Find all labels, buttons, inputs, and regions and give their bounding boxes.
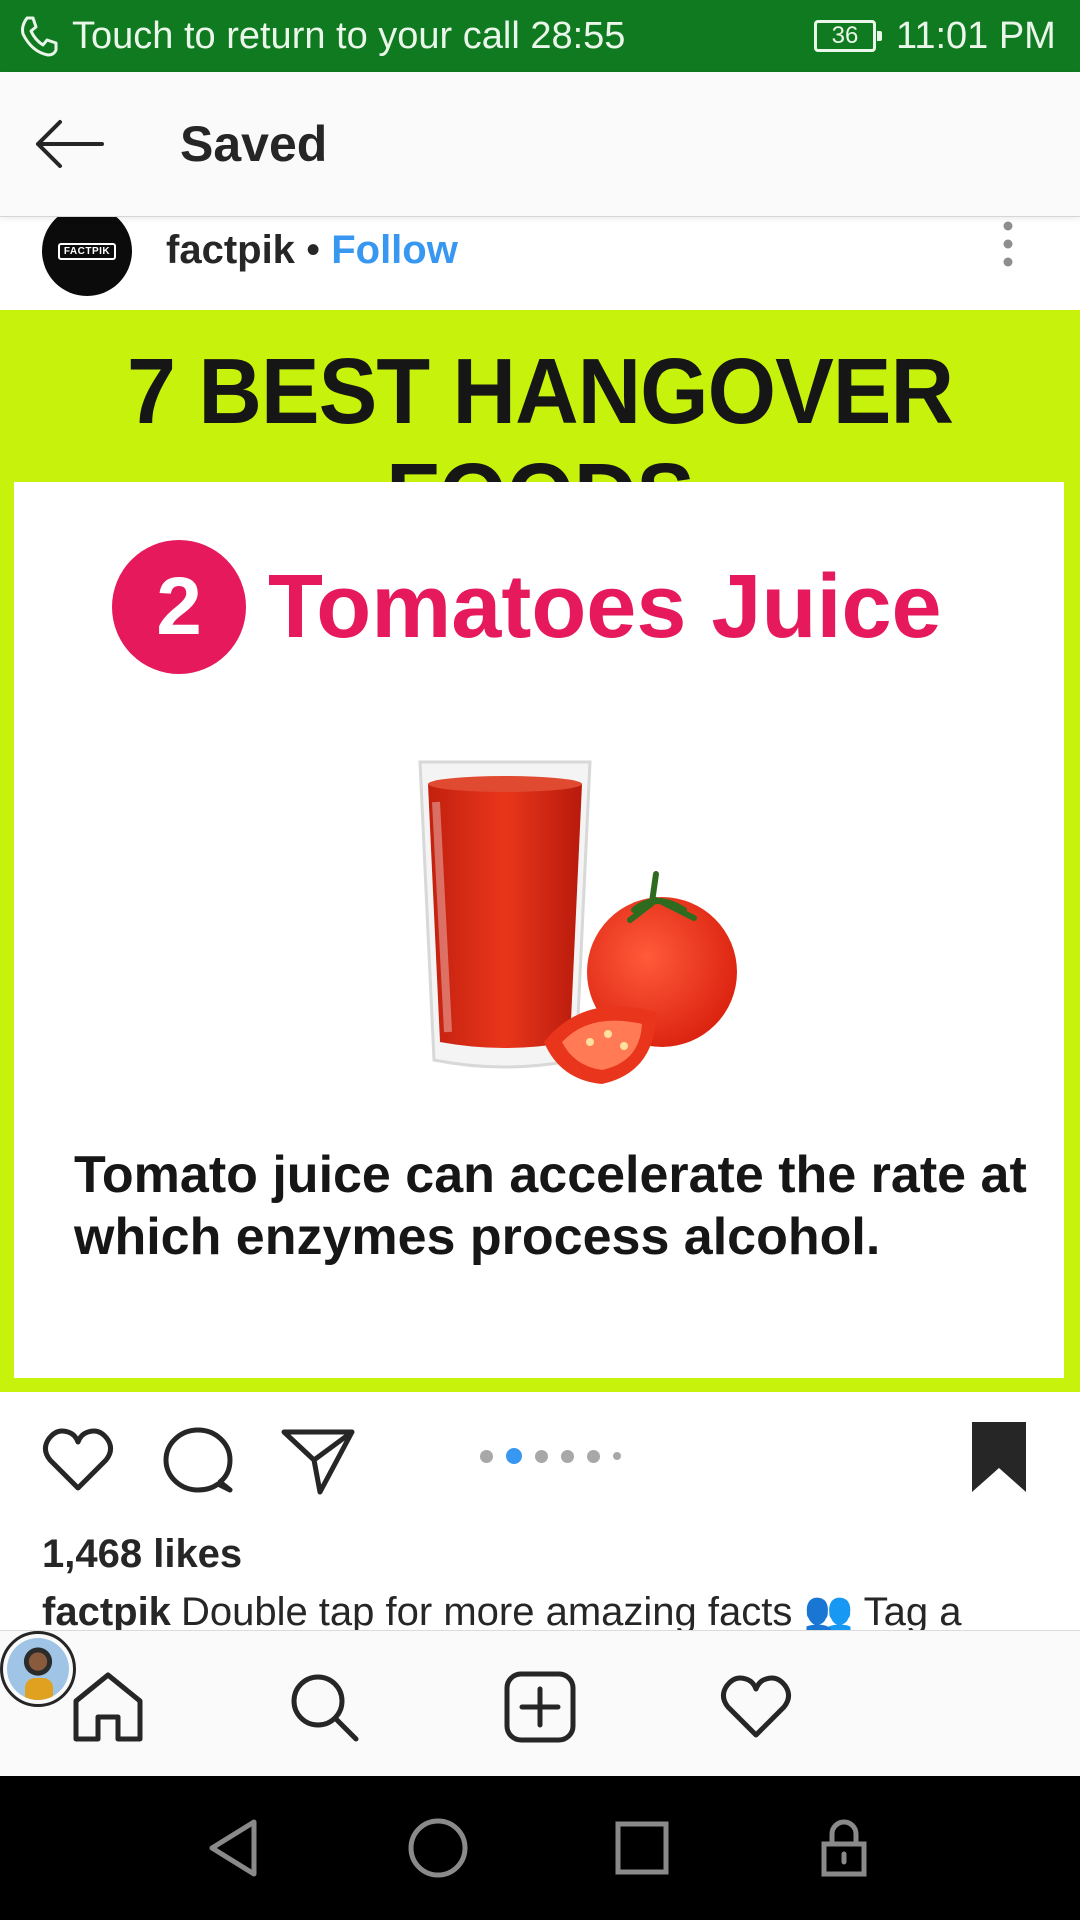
status-bar[interactable]: Touch to return to your call 28:55 36 11… — [0, 0, 1080, 72]
carousel-dot — [561, 1449, 574, 1463]
carousel-dot — [587, 1449, 600, 1463]
activity-heart-icon[interactable] — [718, 1669, 794, 1745]
post-author-line: factpik • Follow — [166, 226, 458, 274]
home-circle-icon[interactable] — [406, 1816, 470, 1880]
call-label: Touch to return to your call — [72, 15, 520, 57]
image-caption: Tomato juice can accelerate the rate at … — [74, 1146, 1027, 1266]
caption-text: Double tap for more amazing facts 👥 Tag … — [180, 1590, 962, 1632]
status-time: 11:01 PM — [896, 15, 1056, 57]
avatar-logo-text: FACTPIK — [57, 242, 117, 260]
return-to-call-text[interactable]: Touch to return to your call 28:55 — [72, 14, 625, 58]
add-post-icon[interactable] — [502, 1669, 578, 1745]
post-image[interactable]: 7 BEST HANGOVER FOODS 2 Tomatoes Juice — [0, 310, 1080, 1392]
post-caption[interactable]: factpik Double tap for more amazing facts… — [42, 1588, 1052, 1632]
comment-icon[interactable] — [160, 1422, 236, 1498]
home-icon[interactable] — [70, 1669, 146, 1745]
search-icon[interactable] — [286, 1669, 362, 1745]
likes-count[interactable]: 1,468 likes — [42, 1530, 242, 1578]
battery-indicator: 36 — [814, 20, 882, 52]
post-avatar[interactable]: FACTPIK — [42, 216, 132, 296]
page-title: Saved — [180, 116, 328, 172]
call-timer: 28:55 — [530, 15, 626, 57]
lock-icon[interactable] — [812, 1816, 876, 1880]
app-header: Saved — [0, 72, 1080, 217]
caption-username[interactable]: factpik — [42, 1590, 171, 1632]
bookmark-saved-icon[interactable] — [968, 1420, 1030, 1496]
follow-button[interactable]: Follow — [331, 228, 458, 272]
recents-square-icon[interactable] — [610, 1816, 674, 1880]
back-arrow-icon[interactable] — [30, 116, 110, 172]
system-navigation-bar — [0, 1776, 1080, 1920]
share-send-icon[interactable] — [280, 1422, 356, 1498]
carousel-dot — [535, 1449, 548, 1463]
bottom-navigation — [0, 1630, 1080, 1777]
like-heart-icon[interactable] — [40, 1422, 116, 1498]
more-options-icon[interactable] — [1000, 218, 1016, 270]
carousel-dot — [480, 1449, 493, 1463]
item-number-badge: 2 — [112, 540, 246, 674]
profile-avatar[interactable] — [0, 1631, 76, 1707]
separator-dot: • — [306, 228, 321, 272]
tomato-juice-illustration — [418, 760, 737, 1084]
carousel-indicator — [480, 1448, 621, 1464]
carousel-dot-active — [506, 1448, 522, 1464]
back-triangle-icon[interactable] — [204, 1816, 268, 1880]
food-title: Tomatoes Juice — [268, 557, 942, 657]
phone-icon — [21, 16, 58, 57]
post-header: FACTPIK factpik • Follow — [0, 216, 1080, 310]
post-actions — [0, 1392, 1080, 1522]
image-panel: 2 Tomatoes Juice Tomato juice can accele… — [14, 482, 1064, 1378]
post-username[interactable]: factpik — [166, 228, 295, 272]
carousel-dot — [613, 1452, 621, 1460]
profile-picture — [7, 1638, 69, 1700]
